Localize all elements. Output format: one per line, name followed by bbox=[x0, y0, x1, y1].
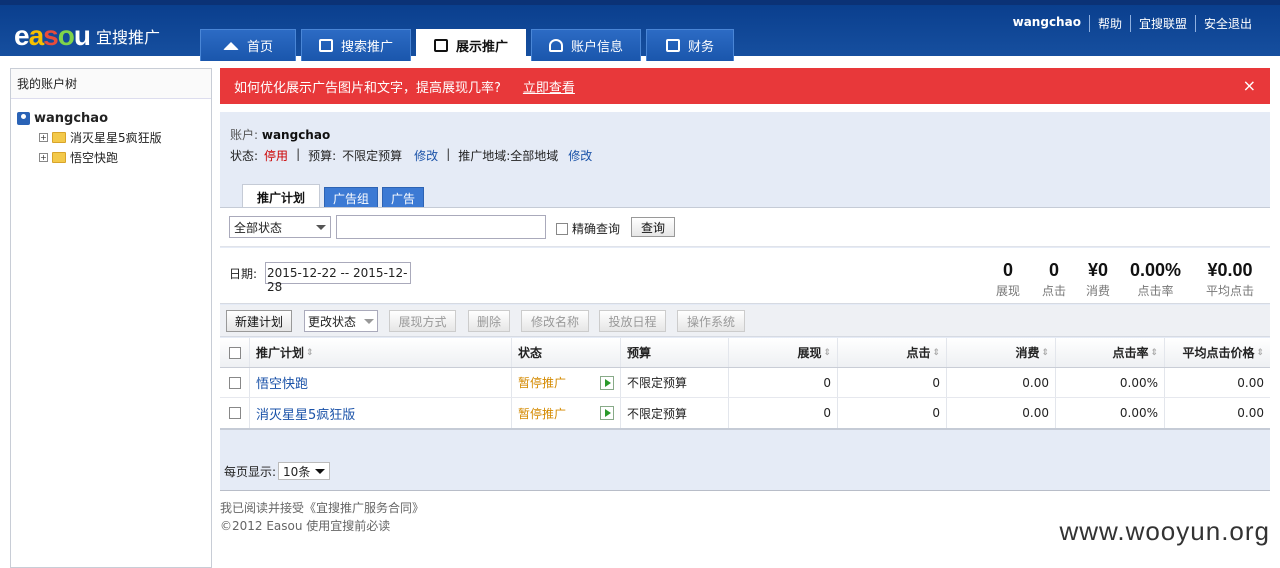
select-all-checkbox[interactable] bbox=[228, 346, 241, 359]
tip-text: 如何优化展示广告图片和文字，提高展现几率? bbox=[234, 80, 501, 96]
chevron-down-icon bbox=[315, 468, 326, 474]
play-icon[interactable] bbox=[600, 375, 614, 390]
logo-text: 宜搜推广 bbox=[95, 28, 160, 47]
col-budget: 预算 bbox=[621, 338, 729, 367]
stat-impressions: 0 展现 bbox=[996, 260, 1021, 298]
alliance-link[interactable]: 宜搜联盟 bbox=[1129, 15, 1195, 32]
date-stats-bar: 日期: 2015-12-22 -- 2015-12-28 0 展现 0 点击 ¥0 消… bbox=[220, 248, 1270, 304]
rename-button[interactable]: 修改名称 bbox=[521, 310, 589, 332]
tree-node[interactable]: + 消灭星星5疯狂版 bbox=[39, 129, 211, 146]
table-row: 悟空快跑 暂停推广 不限定预算 0 0 0.00 0.00% 0.00 bbox=[220, 368, 1270, 398]
image-icon bbox=[433, 39, 448, 52]
campaign-table: 推广计划 ⇕ 状态 预算 展现 ⇕ 点击 ⇕ 消费 ⇕ 点击率 ⇕ 平均点击价格 ⇕ 悟空快… bbox=[220, 338, 1270, 430]
budget-value: 不限定预算 bbox=[342, 149, 403, 163]
status-badge: 暂停推广 bbox=[518, 376, 567, 390]
row-checkbox[interactable] bbox=[228, 376, 241, 389]
help-link[interactable]: 帮助 bbox=[1088, 15, 1130, 32]
logout-link[interactable]: 安全退出 bbox=[1194, 15, 1260, 32]
plan-name-link[interactable]: 悟空快跑 bbox=[250, 368, 512, 397]
tree-root[interactable]: wangchao bbox=[17, 111, 211, 126]
top-links: wangchao 帮助 宜搜联盟 安全退出 bbox=[1005, 15, 1260, 32]
edit-region-link[interactable]: 修改 bbox=[568, 147, 592, 164]
col-impressions[interactable]: 展现 ⇕ bbox=[729, 338, 838, 367]
display-mode-button[interactable]: 展现方式 bbox=[389, 310, 456, 332]
stat-clicks: 0 点击 bbox=[1042, 260, 1067, 298]
new-plan-button[interactable]: 新建计划 bbox=[226, 310, 292, 332]
top-header: easou 宜搜推广 首页 搜索推广 展示推广 账户信息 财务 wangchao… bbox=[0, 0, 1280, 61]
expand-icon[interactable]: + bbox=[39, 153, 48, 162]
folder-icon bbox=[52, 152, 66, 163]
sub-tabs: 推广计划 广告组 广告 bbox=[242, 184, 425, 209]
col-cost[interactable]: 消费 ⇕ bbox=[947, 338, 1056, 367]
chevron-down-icon bbox=[316, 224, 326, 230]
page-size-select[interactable]: 10条 bbox=[278, 462, 331, 480]
main-nav: 首页 搜索推广 展示推广 账户信息 财务 bbox=[200, 29, 734, 61]
close-icon[interactable]: × bbox=[1243, 76, 1256, 95]
status-filter-select[interactable]: 全部状态 bbox=[229, 216, 331, 238]
search-bar: 全部状态 精确查询 查询 bbox=[220, 207, 1270, 247]
tree-node[interactable]: + 悟空快跑 bbox=[39, 149, 211, 166]
logo-mark: easou bbox=[14, 20, 91, 51]
delete-button[interactable]: 删除 bbox=[468, 310, 510, 332]
stat-ctr: 0.00% 点击率 bbox=[1130, 260, 1182, 298]
expand-icon[interactable]: + bbox=[39, 133, 48, 142]
folder-icon bbox=[52, 132, 66, 143]
user-icon bbox=[548, 39, 563, 52]
play-icon[interactable] bbox=[600, 406, 614, 420]
exact-search-checkbox[interactable] bbox=[556, 222, 568, 235]
tip-link[interactable]: 立即查看 bbox=[523, 77, 575, 96]
col-avg-cpc[interactable]: 平均点击价格 ⇕ bbox=[1165, 338, 1270, 367]
change-status-select[interactable]: 更改状态 bbox=[304, 310, 378, 332]
tab-ads[interactable]: 广告 bbox=[382, 187, 425, 209]
stat-cost: ¥0 消费 bbox=[1086, 260, 1111, 298]
account-tree-sidebar: 我的账户树 wangchao + 消灭星星5疯狂版 + 悟空快跑 bbox=[10, 68, 212, 568]
table-header: 推广计划 ⇕ 状态 预算 展现 ⇕ 点击 ⇕ 消费 ⇕ 点击率 ⇕ 平均点击价格 ⇕ bbox=[220, 338, 1270, 368]
easou-logo[interactable]: easou 宜搜推广 bbox=[14, 20, 160, 51]
table-row: 消灭星星5疯狂版 暂停推广 不限定预算 0 0 0.00 0.00% 0.00 bbox=[220, 398, 1270, 428]
nav-tab-display-promo[interactable]: 展示推广 bbox=[416, 29, 526, 61]
action-toolbar: 新建计划 更改状态 展现方式 删除 修改名称 投放日程 操作系统 bbox=[220, 305, 1270, 337]
tab-campaigns[interactable]: 推广计划 bbox=[242, 184, 321, 209]
schedule-button[interactable]: 投放日程 bbox=[599, 310, 666, 332]
row-checkbox[interactable] bbox=[228, 407, 241, 419]
edit-budget-link[interactable]: 修改 bbox=[414, 147, 438, 164]
nav-tab-search-promo[interactable]: 搜索推广 bbox=[301, 29, 411, 61]
col-ctr[interactable]: 点击率 ⇕ bbox=[1056, 338, 1165, 367]
nav-tab-finance[interactable]: 财务 bbox=[646, 29, 734, 61]
os-button[interactable]: 操作系统 bbox=[677, 310, 745, 332]
account-name-line: 账户: wangchao bbox=[230, 128, 331, 142]
stat-avg-cpc: ¥0.00 平均点击 bbox=[1206, 260, 1255, 298]
page-size-control: 每页显示: 10条 bbox=[224, 462, 331, 480]
tip-banner: 如何优化展示广告图片和文字，提高展现几率? 立即查看 × bbox=[220, 68, 1270, 104]
nav-tab-account-info[interactable]: 账户信息 bbox=[531, 29, 641, 61]
sidebar-title: 我的账户树 bbox=[11, 69, 211, 99]
username: wangchao bbox=[1012, 15, 1081, 29]
region-value: 全部地域 bbox=[510, 149, 559, 163]
home-icon bbox=[222, 41, 239, 50]
status-value: 停用 bbox=[264, 149, 289, 163]
chevron-down-icon bbox=[364, 318, 374, 324]
col-clicks[interactable]: 点击 ⇕ bbox=[838, 338, 947, 367]
col-status: 状态 bbox=[512, 338, 621, 367]
user-icon bbox=[17, 112, 30, 125]
watermark: www.wooyun.org bbox=[1059, 516, 1270, 546]
query-button[interactable]: 查询 bbox=[631, 217, 675, 237]
account-info-line: 状态: 停用 | 预算: 不限定预算 修改 | 推广地域: 全部地域 修改 bbox=[230, 147, 593, 164]
tab-adgroups[interactable]: 广告组 bbox=[324, 187, 379, 209]
col-plan[interactable]: 推广计划 ⇕ bbox=[250, 338, 512, 367]
agreement-link[interactable]: 我已阅读并接受《宜搜推广服务合同》 bbox=[220, 499, 1270, 517]
plan-name-link[interactable]: 消灭星星5疯狂版 bbox=[250, 398, 512, 428]
edit-icon bbox=[318, 39, 333, 52]
account-name: wangchao bbox=[261, 128, 331, 142]
date-range-input[interactable]: 2015-12-22 -- 2015-12-28 bbox=[265, 262, 411, 294]
search-input[interactable] bbox=[336, 215, 546, 239]
main-panel: 账户: wangchao 状态: 停用 | 预算: 不限定预算 修改 | 推广地域:… bbox=[220, 112, 1270, 490]
status-badge: 暂停推广 bbox=[518, 406, 567, 421]
exact-search-option: 精确查询 bbox=[556, 220, 620, 237]
nav-tab-home[interactable]: 首页 bbox=[200, 29, 296, 61]
money-icon bbox=[665, 39, 680, 52]
